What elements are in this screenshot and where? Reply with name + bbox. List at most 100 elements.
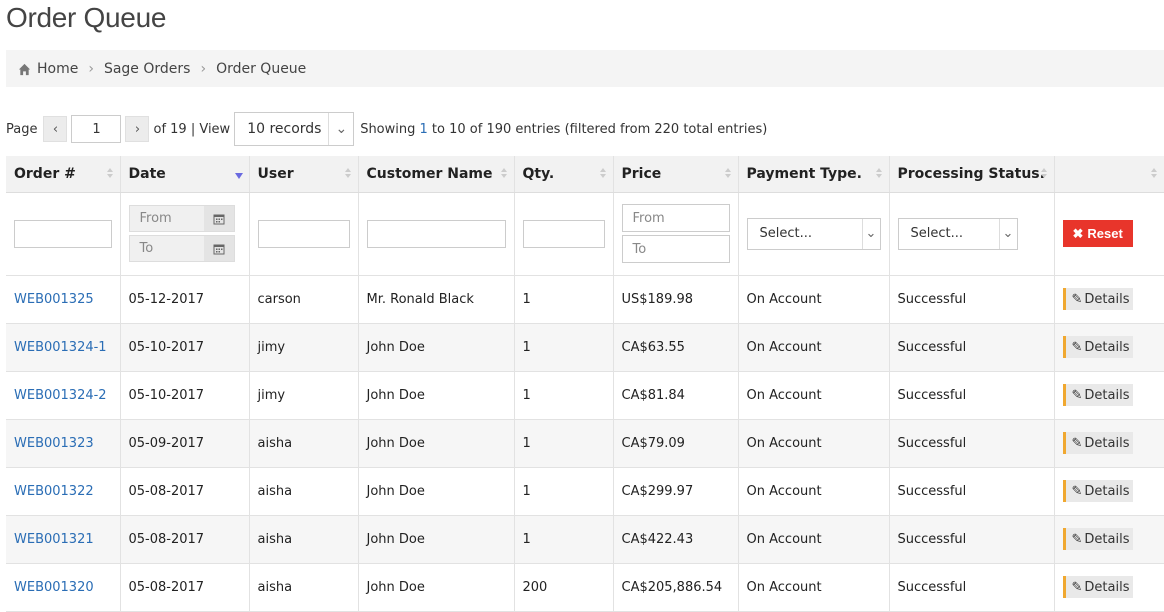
edit-icon: ✎: [1071, 531, 1083, 547]
sort-icon: [1151, 168, 1158, 180]
entries-summary: Showing 1 to 10 of 190 entries (filtered…: [360, 121, 768, 137]
details-button[interactable]: ✎ Details: [1062, 384, 1134, 406]
payment-cell: On Account: [738, 371, 890, 420]
order-queue-page: Order Queue Home › Sage Orders › Order Q…: [0, 0, 1164, 612]
column-header-actions[interactable]: [1054, 156, 1164, 193]
table-row: WEB001320 05-08-2017 aisha John Doe 200 …: [6, 563, 1164, 612]
order-link[interactable]: WEB001325: [14, 292, 94, 307]
edit-icon: ✎: [1071, 387, 1083, 403]
date-cell: 05-08-2017: [120, 467, 250, 516]
processing-status-select[interactable]: Select... ⌄: [897, 217, 1018, 250]
status-cell: Successful: [889, 419, 1055, 468]
order-link[interactable]: WEB001320: [14, 580, 94, 595]
table-row: WEB001323 05-09-2017 aisha John Doe 1 CA…: [6, 419, 1164, 468]
payment-cell: On Account: [738, 467, 890, 516]
details-button[interactable]: ✎ Details: [1062, 480, 1134, 502]
details-button[interactable]: ✎ Details: [1062, 528, 1134, 550]
prev-page-button[interactable]: ‹: [43, 116, 68, 142]
price-cell: CA$422.43: [613, 515, 739, 564]
price-to-input[interactable]: To: [621, 235, 730, 263]
records-per-page-select[interactable]: 10 records ⌄: [234, 112, 355, 146]
user-filter-input[interactable]: [257, 219, 350, 248]
details-button[interactable]: ✎ Details: [1062, 432, 1134, 454]
customer-cell: John Doe: [358, 515, 515, 564]
column-header-date[interactable]: Date: [120, 156, 250, 193]
column-header-qty[interactable]: Qty.: [514, 156, 614, 193]
breadcrumb: Home › Sage Orders › Order Queue: [6, 50, 1164, 87]
status-cell: Successful: [889, 371, 1055, 420]
next-page-button[interactable]: ›: [125, 116, 150, 142]
qty-cell: 200: [514, 563, 614, 612]
order-filter-input[interactable]: [14, 219, 112, 248]
order-link[interactable]: WEB001321: [14, 532, 94, 547]
column-header-status[interactable]: Processing Status.: [889, 156, 1055, 193]
column-header-payment[interactable]: Payment Type.: [738, 156, 890, 193]
qty-cell: 1: [514, 515, 614, 564]
table-row: WEB001324-1 05-10-2017 jimy John Doe 1 C…: [6, 323, 1164, 372]
customer-cell: Mr. Ronald Black: [358, 275, 515, 324]
order-link[interactable]: WEB001324-1: [14, 340, 107, 355]
date-cell: 05-08-2017: [120, 515, 250, 564]
order-link[interactable]: WEB001323: [14, 436, 94, 451]
order-link[interactable]: WEB001324-2: [14, 388, 107, 403]
home-icon: [18, 63, 31, 76]
page-count-text: of 19 | View: [153, 121, 231, 137]
column-header-user[interactable]: User: [249, 156, 359, 193]
pagination-bar: Page ‹ › of 19 | View 10 records ⌄ Showi…: [6, 112, 1164, 146]
date-from-field[interactable]: From: [128, 205, 235, 232]
price-from-input[interactable]: From: [621, 204, 730, 232]
column-header-customer[interactable]: Customer Name: [358, 156, 515, 193]
filter-row: From To From To Select... ⌄ Select... ⌄ …: [6, 192, 1164, 276]
qty-cell: 1: [514, 275, 614, 324]
column-header-price[interactable]: Price: [613, 156, 739, 193]
chevron-left-icon: ‹: [52, 121, 59, 137]
reset-button[interactable]: ✖ Reset: [1062, 220, 1133, 247]
qty-cell: 1: [514, 419, 614, 468]
date-to-field[interactable]: To: [128, 235, 235, 262]
sort-icon: [724, 168, 732, 180]
breadcrumb-separator-icon: ›: [200, 60, 207, 77]
records-select-value: 10 records: [247, 121, 322, 137]
breadcrumb-sage-orders-link[interactable]: Sage Orders: [104, 61, 191, 77]
user-cell: jimy: [249, 371, 359, 420]
price-cell: CA$81.84: [613, 371, 739, 420]
edit-icon: ✎: [1071, 339, 1083, 355]
price-cell: CA$63.55: [613, 323, 739, 372]
table-row: WEB001325 05-12-2017 carson Mr. Ronald B…: [6, 275, 1164, 324]
sort-icon: [500, 168, 508, 180]
breadcrumb-separator-icon: ›: [88, 60, 94, 77]
customer-cell: John Doe: [358, 371, 515, 420]
customer-cell: John Doe: [358, 323, 515, 372]
calendar-icon: [203, 236, 234, 261]
table-row: WEB001324-2 05-10-2017 jimy John Doe 1 C…: [6, 371, 1164, 420]
edit-icon: ✎: [1071, 291, 1083, 307]
edit-icon: ✎: [1071, 435, 1083, 451]
sort-icon: [106, 168, 114, 180]
qty-cell: 1: [514, 323, 614, 372]
user-cell: aisha: [249, 563, 359, 612]
close-icon: ✖: [1072, 225, 1084, 241]
details-button[interactable]: ✎ Details: [1062, 288, 1134, 310]
page-number-input[interactable]: [71, 115, 122, 143]
chevron-down-icon: ⌄: [998, 218, 1017, 249]
column-header-order[interactable]: Order #: [6, 156, 121, 193]
qty-filter-input[interactable]: [522, 219, 605, 248]
details-button[interactable]: ✎ Details: [1062, 576, 1134, 598]
date-cell: 05-12-2017: [120, 275, 250, 324]
payment-type-select[interactable]: Select... ⌄: [746, 217, 881, 250]
order-link[interactable]: WEB001322: [14, 484, 94, 499]
details-button[interactable]: ✎ Details: [1062, 336, 1134, 358]
page-title: Order Queue: [6, 2, 167, 33]
sort-icon: [1040, 168, 1048, 180]
price-cell: CA$299.97: [613, 467, 739, 516]
breadcrumb-home-link[interactable]: Home: [37, 61, 78, 77]
page-label: Page: [6, 121, 38, 137]
payment-cell: On Account: [738, 515, 890, 564]
customer-filter-input[interactable]: [366, 219, 506, 248]
qty-cell: 1: [514, 467, 614, 516]
table-row: WEB001321 05-08-2017 aisha John Doe 1 CA…: [6, 515, 1164, 564]
date-cell: 05-10-2017: [120, 371, 250, 420]
sort-icon: [344, 168, 352, 180]
edit-icon: ✎: [1071, 483, 1083, 499]
user-cell: aisha: [249, 515, 359, 564]
